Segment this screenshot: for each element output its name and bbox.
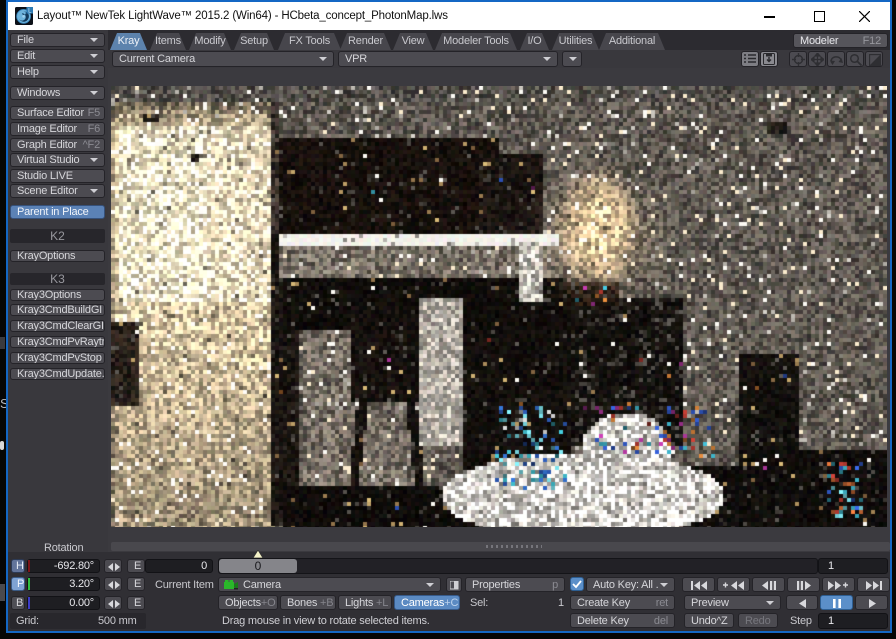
svg-text:L: L xyxy=(28,8,32,15)
